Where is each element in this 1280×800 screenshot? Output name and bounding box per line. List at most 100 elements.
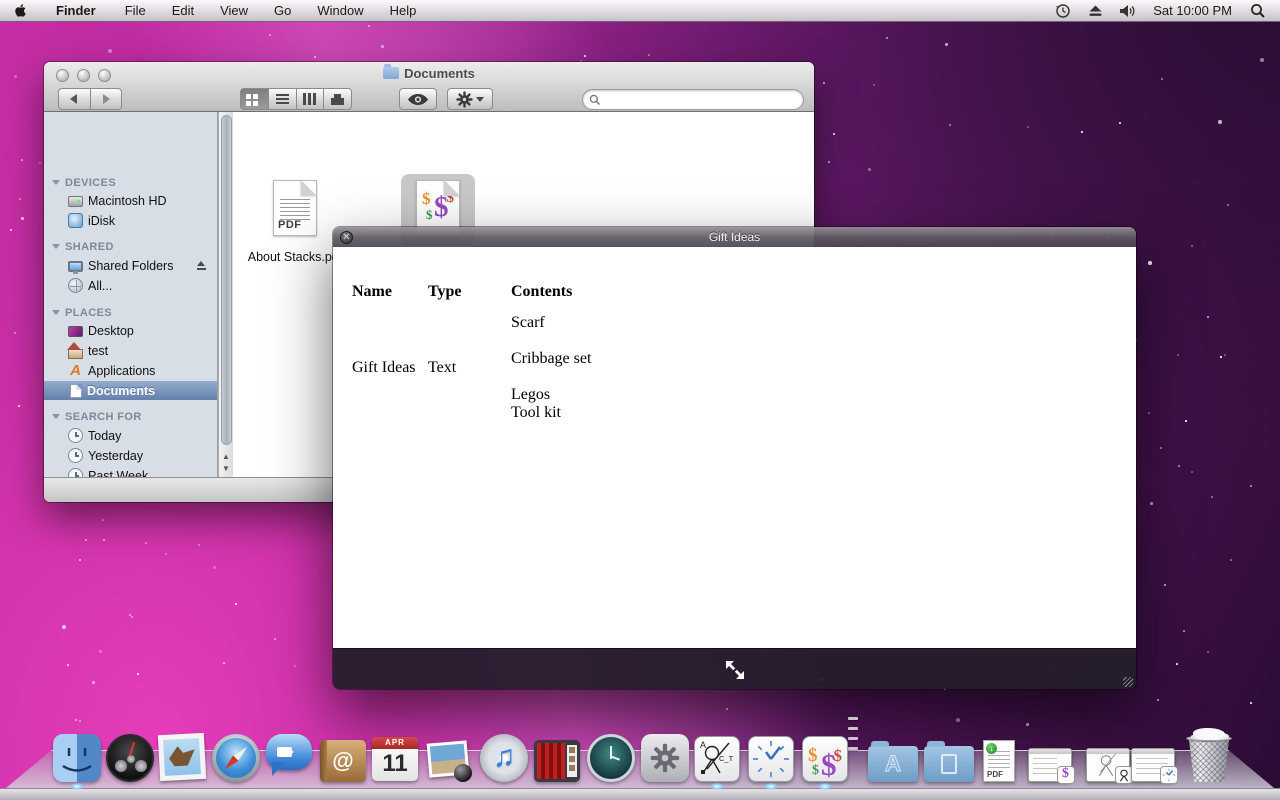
desktop-icon bbox=[68, 326, 83, 337]
apple-menu[interactable] bbox=[0, 0, 40, 21]
quicklook-preview: Name Type Contents Scarf Cribbage set Gi… bbox=[333, 247, 1136, 648]
dock-iphoto[interactable] bbox=[426, 737, 474, 782]
sidebar-item-test[interactable]: test bbox=[44, 341, 217, 360]
menu-item-edit[interactable]: Edit bbox=[159, 0, 207, 21]
eject-icon[interactable] bbox=[1081, 0, 1109, 21]
dock-applications-folder[interactable]: A bbox=[868, 738, 918, 782]
disclosure-triangle-icon[interactable] bbox=[52, 180, 60, 189]
time-machine-icon[interactable] bbox=[1049, 0, 1077, 21]
volume-icon[interactable] bbox=[1113, 0, 1141, 21]
dock-minimized-pdf[interactable]: PDF ↓ bbox=[983, 740, 1015, 782]
action-menu-button[interactable] bbox=[447, 88, 493, 110]
sidebar-item-documents[interactable]: Documents bbox=[44, 381, 217, 400]
coverflow-view-button[interactable] bbox=[323, 88, 352, 110]
column-view-button[interactable] bbox=[296, 88, 324, 110]
dock-trash[interactable] bbox=[1185, 732, 1233, 784]
menu-item-go[interactable]: Go bbox=[261, 0, 304, 21]
finder-icon bbox=[53, 734, 101, 782]
menu-item-help[interactable]: Help bbox=[377, 0, 430, 21]
dock-minimized-dollar-window[interactable]: $ bbox=[1028, 748, 1072, 782]
finder-sidebar: DEVICES Macintosh HD iDisk SHARED Shared… bbox=[44, 112, 218, 477]
dock-system-preferences[interactable] bbox=[641, 734, 689, 782]
sidebar-item-past-week[interactable]: Past Week bbox=[44, 466, 217, 477]
sidebar-section-places[interactable]: PLACES bbox=[44, 303, 217, 322]
icon-view-button[interactable] bbox=[240, 88, 268, 110]
sidebar-section-search-for[interactable]: SEARCH FOR bbox=[44, 407, 217, 426]
dock-dashboard[interactable] bbox=[106, 734, 154, 782]
dock-address-book[interactable]: @ bbox=[320, 738, 366, 782]
sidebar-item-macintosh-hd[interactable]: Macintosh HD bbox=[44, 191, 217, 210]
sidebar-item-today[interactable]: Today bbox=[44, 426, 217, 445]
menu-item-file[interactable]: File bbox=[112, 0, 159, 21]
finder-titlebar[interactable]: Documents bbox=[44, 62, 814, 112]
quicklook-titlebar[interactable]: ✕ Gift Ideas bbox=[333, 227, 1136, 247]
menu-item-view[interactable]: View bbox=[207, 0, 261, 21]
search-field[interactable] bbox=[582, 89, 804, 110]
resize-grip[interactable] bbox=[1123, 677, 1133, 687]
scrollbar-thumb[interactable] bbox=[221, 115, 232, 445]
sidebar-item-shared-folders[interactable]: Shared Folders bbox=[44, 256, 217, 275]
back-button[interactable] bbox=[58, 88, 90, 110]
fullscreen-button[interactable] bbox=[721, 656, 749, 689]
pdf-text-lines bbox=[280, 199, 310, 221]
disclosure-triangle-icon[interactable] bbox=[52, 244, 60, 253]
column-header-contents: Contents bbox=[511, 283, 572, 301]
sidebar-scrollbar[interactable]: ▲ ▼ bbox=[218, 112, 233, 477]
close-icon[interactable]: ✕ bbox=[340, 231, 353, 244]
menu-item-window[interactable]: Window bbox=[304, 0, 376, 21]
search-input[interactable] bbox=[601, 92, 803, 108]
dock-finder[interactable] bbox=[53, 734, 101, 782]
ichat-icon bbox=[266, 734, 314, 782]
row-type-value: Text bbox=[428, 359, 456, 377]
dock-documents-folder[interactable] bbox=[924, 738, 974, 782]
forward-button[interactable] bbox=[90, 88, 123, 110]
sidebar-item-desktop[interactable]: Desktop bbox=[44, 321, 217, 340]
spotlight-icon[interactable] bbox=[1244, 0, 1272, 21]
dock-photo-booth[interactable] bbox=[534, 738, 580, 782]
running-indicator bbox=[710, 783, 724, 790]
ical-month: APR bbox=[372, 737, 418, 749]
quick-look-button[interactable] bbox=[399, 88, 437, 110]
dock-time-machine[interactable] bbox=[587, 734, 635, 782]
dock-drawing-app[interactable]: AC_T bbox=[694, 736, 740, 782]
ical-icon: APR 11 bbox=[372, 737, 418, 781]
sidebar-item-yesterday[interactable]: Yesterday bbox=[44, 446, 217, 465]
running-indicator bbox=[70, 783, 84, 790]
dock-ichat[interactable] bbox=[266, 730, 314, 782]
dollar-signs-art: $$$$ bbox=[803, 737, 847, 781]
dock-dollar-app[interactable]: $$$$ bbox=[802, 736, 848, 782]
scroll-up-arrow[interactable]: ▲ bbox=[219, 450, 233, 462]
sidebar-item-idisk[interactable]: iDisk bbox=[44, 211, 217, 230]
minimized-window-icon: $ bbox=[1028, 748, 1072, 782]
menu-item-finder[interactable]: Finder bbox=[40, 0, 112, 21]
dock-minimized-drawing-window[interactable] bbox=[1086, 748, 1130, 782]
list-view-icon bbox=[276, 94, 289, 96]
menu-bar: Finder File Edit View Go Window Help Sat… bbox=[0, 0, 1280, 22]
sidebar-item-applications[interactable]: AApplications bbox=[44, 361, 217, 380]
documents-folder-icon bbox=[924, 746, 974, 782]
eject-icon[interactable] bbox=[196, 261, 207, 270]
clock-app-icon bbox=[748, 736, 794, 782]
dock-clock-app[interactable] bbox=[748, 736, 794, 782]
home-icon bbox=[68, 343, 83, 358]
document-icon bbox=[70, 384, 82, 398]
dock-minimized-clock-window[interactable] bbox=[1131, 748, 1175, 782]
scroll-down-arrow[interactable]: ▼ bbox=[219, 462, 233, 474]
idisk-icon bbox=[68, 213, 83, 228]
list-view-button[interactable] bbox=[268, 88, 296, 110]
menu-clock[interactable]: Sat 10:00 PM bbox=[1145, 3, 1240, 18]
video-camera-icon bbox=[277, 747, 292, 757]
dock-safari[interactable] bbox=[212, 734, 260, 782]
dock-itunes[interactable]: ♫ bbox=[480, 734, 528, 782]
dock-ical[interactable]: APR 11 bbox=[372, 737, 418, 781]
address-book-icon: @ bbox=[320, 740, 366, 782]
sidebar-item-all[interactable]: All... bbox=[44, 276, 217, 295]
dock-mail[interactable] bbox=[159, 734, 205, 780]
chevron-down-icon bbox=[476, 97, 484, 106]
disclosure-triangle-icon[interactable] bbox=[52, 310, 60, 319]
disclosure-triangle-icon[interactable] bbox=[52, 414, 60, 423]
sidebar-section-shared[interactable]: SHARED bbox=[44, 237, 217, 256]
sidebar-section-devices[interactable]: DEVICES bbox=[44, 173, 217, 192]
running-indicator bbox=[764, 783, 778, 790]
ical-day: 11 bbox=[372, 749, 418, 779]
